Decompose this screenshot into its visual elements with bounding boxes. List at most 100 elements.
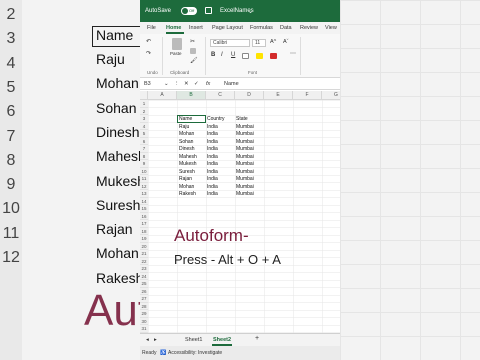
- column-header-f[interactable]: F: [293, 91, 322, 100]
- row-header[interactable]: 29: [140, 310, 148, 318]
- copy-icon[interactable]: [190, 48, 196, 54]
- row-header[interactable]: 10: [140, 167, 148, 175]
- table-cell[interactable]: Mohan: [179, 131, 194, 137]
- sheet-nav-next-icon[interactable]: ▸: [154, 337, 157, 343]
- row-header[interactable]: 1: [140, 100, 148, 108]
- sheet-tab-sheet2[interactable]: Sheet2: [213, 337, 231, 343]
- table-cell[interactable]: Suresh: [179, 169, 195, 175]
- redo-icon[interactable]: ↷: [146, 50, 151, 57]
- select-all-corner[interactable]: [140, 91, 148, 100]
- column-header-b[interactable]: B: [177, 91, 206, 100]
- table-cell[interactable]: India: [207, 154, 218, 160]
- table-cell[interactable]: Rajan: [179, 176, 192, 182]
- row-header[interactable]: 17: [140, 220, 148, 228]
- more-options-icon[interactable]: ⋯: [290, 50, 296, 57]
- table-cell[interactable]: India: [207, 169, 218, 175]
- column-header-d[interactable]: D: [235, 91, 264, 100]
- row-header[interactable]: 5: [140, 130, 148, 138]
- row-header[interactable]: 9: [140, 160, 148, 168]
- cut-icon[interactable]: ✂: [190, 38, 195, 45]
- table-cell[interactable]: Raju: [179, 124, 189, 130]
- clipboard-icon[interactable]: [172, 38, 182, 50]
- format-painter-icon[interactable]: 🖌: [190, 57, 198, 64]
- font-size-box[interactable]: 11: [252, 39, 266, 47]
- table-header-cell[interactable]: State: [236, 116, 248, 122]
- tab-file[interactable]: File: [147, 25, 156, 31]
- tab-view[interactable]: View: [325, 25, 337, 31]
- row-header[interactable]: 8: [140, 152, 148, 160]
- table-cell[interactable]: Mumbai: [236, 161, 254, 167]
- table-cell[interactable]: India: [207, 161, 218, 167]
- more-icon[interactable]: ⋮: [174, 81, 180, 87]
- row-header[interactable]: 12: [140, 182, 148, 190]
- table-cell[interactable]: Sohan: [179, 139, 193, 145]
- font-color-icon[interactable]: [270, 53, 277, 59]
- accessibility-status[interactable]: Accessibility: Investigate: [168, 350, 222, 356]
- table-cell[interactable]: Mumbai: [236, 154, 254, 160]
- row-header[interactable]: 18: [140, 227, 148, 235]
- column-header-c[interactable]: C: [206, 91, 235, 100]
- italic-button[interactable]: I: [221, 52, 223, 58]
- row-header[interactable]: 6: [140, 137, 148, 145]
- underline-button[interactable]: U: [231, 52, 235, 58]
- tab-data[interactable]: Data: [280, 25, 292, 31]
- row-header[interactable]: 31: [140, 325, 148, 333]
- row-header[interactable]: 2: [140, 107, 148, 115]
- table-cell[interactable]: Mumbai: [236, 131, 254, 137]
- undo-icon[interactable]: ↶: [146, 38, 151, 45]
- table-cell[interactable]: Mukesh: [179, 161, 197, 167]
- grow-font-button[interactable]: A^: [270, 39, 276, 45]
- row-header[interactable]: 13: [140, 190, 148, 198]
- row-header[interactable]: 19: [140, 235, 148, 243]
- row-header[interactable]: 27: [140, 295, 148, 303]
- add-sheet-button[interactable]: +: [255, 335, 259, 342]
- fx-button[interactable]: fx: [206, 81, 210, 87]
- row-header[interactable]: 25: [140, 280, 148, 288]
- column-header-a[interactable]: A: [148, 91, 177, 100]
- table-cell[interactable]: Mahesh: [179, 154, 197, 160]
- row-header[interactable]: 23: [140, 265, 148, 273]
- row-header[interactable]: 21: [140, 250, 148, 258]
- column-header-g[interactable]: G: [322, 91, 340, 100]
- table-cell[interactable]: India: [207, 191, 218, 197]
- column-header-e[interactable]: E: [264, 91, 293, 100]
- chevron-down-icon[interactable]: ⌄: [164, 81, 169, 87]
- row-header[interactable]: 26: [140, 287, 148, 295]
- chevron-down-icon[interactable]: ⌄: [248, 8, 253, 15]
- shrink-font-button[interactable]: Aˇ: [283, 39, 289, 45]
- table-cell[interactable]: India: [207, 124, 218, 130]
- confirm-icon[interactable]: ✓: [194, 81, 199, 87]
- table-header-cell[interactable]: Country: [207, 116, 225, 122]
- row-header[interactable]: 11: [140, 175, 148, 183]
- row-header[interactable]: 16: [140, 212, 148, 220]
- table-cell[interactable]: India: [207, 184, 218, 190]
- table-cell[interactable]: India: [207, 146, 218, 152]
- row-header[interactable]: 3: [140, 115, 148, 123]
- table-cell[interactable]: Dinesh: [179, 146, 195, 152]
- sheet-tab-sheet1[interactable]: Sheet1: [185, 337, 202, 343]
- row-header[interactable]: 15: [140, 205, 148, 213]
- tab-review[interactable]: Review: [300, 25, 318, 31]
- sheet-nav-prev-icon[interactable]: ◂: [146, 337, 149, 343]
- row-header[interactable]: 24: [140, 272, 148, 280]
- tab-page-layout[interactable]: Page Layout: [212, 25, 243, 31]
- bold-button[interactable]: B: [211, 52, 215, 58]
- row-header[interactable]: 20: [140, 242, 148, 250]
- table-cell[interactable]: India: [207, 131, 218, 137]
- save-icon[interactable]: [205, 7, 212, 14]
- name-box[interactable]: B3: [144, 81, 151, 87]
- row-header[interactable]: 7: [140, 145, 148, 153]
- cancel-icon[interactable]: ✕: [184, 81, 189, 87]
- tab-home[interactable]: Home: [166, 25, 181, 31]
- row-header[interactable]: 22: [140, 257, 148, 265]
- autosave-toggle[interactable]: Off: [181, 7, 197, 15]
- row-header[interactable]: 28: [140, 302, 148, 310]
- row-header[interactable]: 30: [140, 317, 148, 325]
- tab-formulas[interactable]: Formulas: [250, 25, 273, 31]
- table-cell[interactable]: Mumbai: [236, 146, 254, 152]
- table-header-cell[interactable]: Name: [179, 116, 192, 122]
- table-cell[interactable]: Mumbai: [236, 176, 254, 182]
- formula-input[interactable]: Name: [224, 81, 239, 87]
- table-cell[interactable]: Mumbai: [236, 169, 254, 175]
- table-cell[interactable]: Mumbai: [236, 184, 254, 190]
